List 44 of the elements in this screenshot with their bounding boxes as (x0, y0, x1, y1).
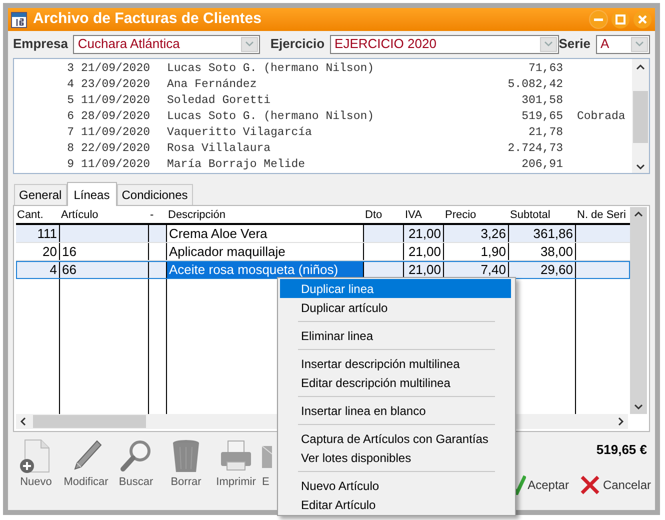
table-cell-text: Aceite rosa mosqueta (niños) (169, 260, 338, 279)
window-title: Archivo de Facturas de Clientes (33, 9, 262, 30)
invoice-date: 11/09/2020 (81, 93, 152, 110)
table-cell-text: 1,90 (480, 242, 506, 261)
table-cell-text: 38,00 (540, 242, 573, 261)
invoice-date: 22/09/2020 (81, 141, 152, 158)
table-cell-text: 29,60 (540, 260, 573, 279)
invoice-amount: 206,91 (520, 157, 563, 174)
invoice-amount: 301,58 (520, 93, 563, 110)
table-cell-text: 21,00 (408, 224, 441, 243)
invoice-number: 8 (66, 141, 74, 158)
table-cell-text: 66 (62, 260, 76, 279)
invoice-date: 11/09/2020 (81, 157, 152, 174)
table-cell-text: 111 (37, 224, 57, 243)
table-cell-text: 7,40 (480, 260, 506, 279)
invoice-amount: 519,65 (520, 109, 563, 126)
invoice-number: 7 (66, 125, 74, 142)
table-cell-text: 21,00 (408, 242, 441, 261)
invoice-date: 28/09/2020 (81, 109, 152, 126)
table-cell-text: 16 (62, 242, 76, 261)
invoice-amount: 2.724,73 (506, 141, 563, 158)
invoice-amount: 5.082,42 (506, 77, 563, 94)
invoice-date: 23/09/2020 (81, 77, 152, 94)
field-label: Empresa (13, 35, 68, 54)
table-cell-text: 4 (50, 260, 57, 279)
invoice-status: Cobrada (577, 109, 626, 126)
invoice-amount: 71,63 (527, 61, 563, 78)
table-cell-text: 20 (42, 242, 57, 261)
table-cell-text: 21,00 (408, 260, 441, 279)
invoice-number: 9 (66, 157, 74, 174)
table-cell-text: Aplicador maquillaje (169, 242, 286, 261)
invoice-number: 4 (66, 77, 74, 94)
invoice-number: 5 (66, 93, 74, 110)
total-amount: 519,65 € (596, 441, 647, 459)
invoice-date: 11/09/2020 (81, 125, 152, 142)
field-label: Ejercicio (270, 35, 325, 54)
invoice-number: 6 (66, 109, 74, 126)
invoice-amount: 21,78 (527, 125, 563, 142)
table-cell-text: 3,26 (480, 224, 506, 243)
invoice-number: 3 (66, 61, 74, 78)
table-cell-text: 361,86 (533, 224, 573, 243)
table-cell-text: Crema Aloe Vera (169, 224, 268, 243)
field-label: Serie (558, 35, 590, 54)
invoice-date: 21/09/2020 (81, 61, 152, 78)
